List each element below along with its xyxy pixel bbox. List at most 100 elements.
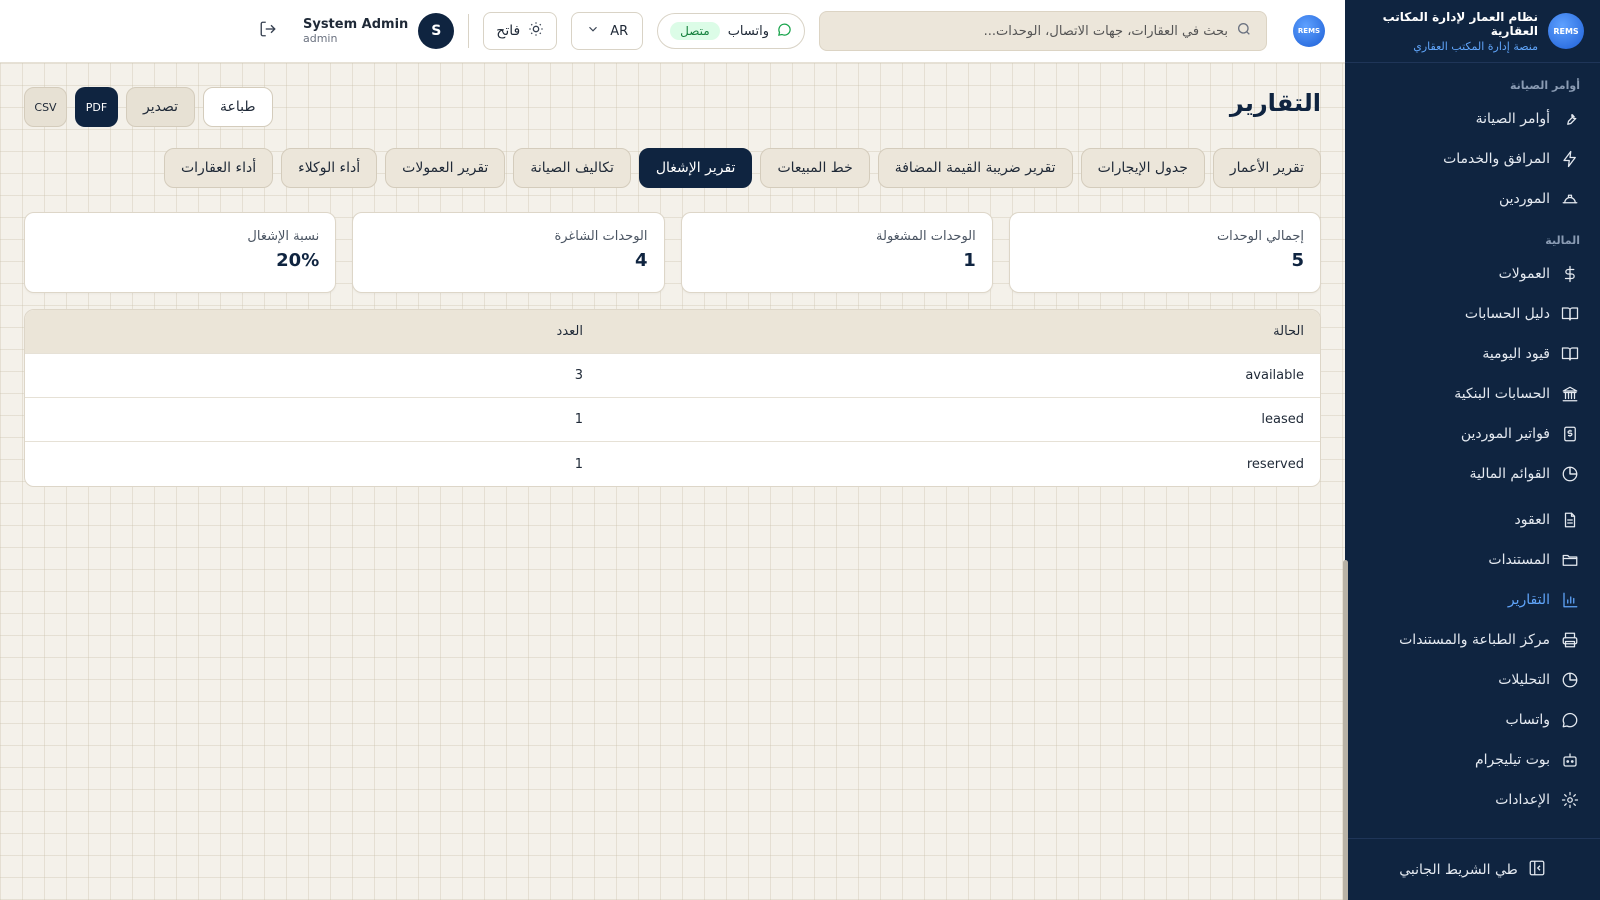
tab-property-performance[interactable]: أداء العقارات xyxy=(163,148,274,188)
wrench-icon xyxy=(1560,109,1580,129)
whatsapp-label: واتساب xyxy=(727,23,769,39)
printer-icon xyxy=(1560,630,1580,650)
language-value: AR xyxy=(610,23,629,39)
csv-button[interactable]: CSV xyxy=(24,87,67,127)
gear-icon xyxy=(1560,790,1580,810)
sidebar-item-telegram-bot[interactable]: بوت تيليجرام xyxy=(1345,741,1600,779)
sidebar-item-label: الإعدادات xyxy=(1495,792,1550,808)
whatsapp-status-pill[interactable]: واتساب متصل xyxy=(657,13,805,49)
tab-occupancy-report[interactable]: تقرير الإشغال xyxy=(638,148,753,188)
table-row: available 3 xyxy=(25,354,1320,398)
stat-card-occupancy-rate: نسبة الإشغال 20% xyxy=(24,212,337,293)
status-badge: متصل xyxy=(670,22,720,40)
chevron-down-icon xyxy=(586,22,600,40)
folder-icon xyxy=(1560,550,1580,570)
column-header-count[interactable]: العدد xyxy=(25,324,583,339)
brand-logo: REMS xyxy=(1548,13,1584,49)
export-button[interactable]: تصدير xyxy=(126,87,196,127)
whatsapp-icon xyxy=(777,22,792,41)
language-select[interactable]: AR xyxy=(571,12,644,50)
sidebar-item-label: المرافق والخدمات xyxy=(1443,151,1550,167)
tab-commissions-report[interactable]: تقرير العمولات xyxy=(385,148,506,188)
sidebar-item-label: العمولات xyxy=(1498,266,1550,282)
stat-value: 20% xyxy=(276,250,320,271)
search-bar[interactable] xyxy=(819,11,1267,51)
sidebar-item-vendor-invoices[interactable]: فواتير الموردين xyxy=(1345,415,1600,453)
sidebar-item-label: واتساب xyxy=(1505,712,1550,728)
sidebar-item-label: أوامر الصيانة xyxy=(1475,111,1550,127)
sidebar-item-chart-of-accounts[interactable]: دليل الحسابات xyxy=(1345,295,1600,333)
user-menu[interactable]: S System Admin admin xyxy=(302,13,455,49)
book-open-icon xyxy=(1560,344,1580,364)
book-icon xyxy=(1560,304,1580,324)
sidebar-item-label: دليل الحسابات xyxy=(1464,306,1550,322)
sidebar-item-settings[interactable]: الإعدادات xyxy=(1345,781,1600,819)
analytics-icon xyxy=(1560,670,1580,690)
stat-label: نسبة الإشغال xyxy=(247,229,320,244)
sidebar-item-financial-statements[interactable]: القوائم المالية xyxy=(1345,455,1600,493)
report-tabs: تقرير الأعمار جدول الإيجارات تقرير ضريبة… xyxy=(163,148,1321,188)
sidebar-item-bank-accounts[interactable]: الحسابات البنكية xyxy=(1345,375,1600,413)
sidebar-item-label: الموردين xyxy=(1498,191,1550,207)
tab-sales-pipeline[interactable]: خط المبيعات xyxy=(760,148,870,188)
table-cell-count: 1 xyxy=(574,456,583,472)
pie-chart-icon xyxy=(1560,464,1580,484)
print-button[interactable]: طباعة xyxy=(203,87,273,127)
stat-card-vacant-units: الوحدات الشاغرة 4 xyxy=(352,212,665,293)
tab-agent-performance[interactable]: أداء الوكلاء xyxy=(281,148,378,188)
table-cell-status: leased xyxy=(1261,412,1304,427)
sidebar-item-utilities[interactable]: المرافق والخدمات xyxy=(1345,140,1600,178)
logout-icon xyxy=(259,21,277,42)
search-input[interactable] xyxy=(834,23,1228,39)
sun-icon xyxy=(528,21,544,41)
main-content: التقارير طباعة تصدير PDF CSV تقرير الأعم… xyxy=(0,63,1348,900)
divider xyxy=(468,14,470,48)
tab-rent-roll[interactable]: جدول الإيجارات xyxy=(1080,148,1205,188)
hard-hat-icon xyxy=(1560,189,1580,209)
sidebar-item-maintenance-orders[interactable]: أوامر الصيانة xyxy=(1345,100,1600,138)
stat-card-total-units: إجمالي الوحدات 5 xyxy=(1008,212,1321,293)
bank-icon xyxy=(1560,384,1580,404)
brand[interactable]: REMS نظام العمار لإدارة المكاتب العقارية… xyxy=(1345,0,1600,63)
table-cell-count: 3 xyxy=(574,368,583,383)
tab-vat-report[interactable]: تقرير ضريبة القيمة المضافة xyxy=(877,148,1073,188)
table-row: leased 1 xyxy=(25,398,1320,442)
tab-aging-report[interactable]: تقرير الأعمار xyxy=(1212,148,1321,188)
stat-card-occupied-units: الوحدات المشغولة 1 xyxy=(680,212,993,293)
sidebar-item-whatsapp[interactable]: واتساب xyxy=(1345,701,1600,739)
nav-section-maintenance: أوامر الصيانة xyxy=(1509,79,1580,92)
sidebar-item-label: المستندات xyxy=(1488,552,1550,568)
nav-section-finance: المالية xyxy=(1545,234,1580,247)
stats-row: إجمالي الوحدات 5 الوحدات المشغولة 1 الوح… xyxy=(24,212,1321,293)
top-header: REMS واتساب متصل AR فاتح S System Admin … xyxy=(0,0,1345,63)
table-row: reserved 1 xyxy=(25,442,1320,486)
sidebar-item-documents[interactable]: المستندات xyxy=(1345,541,1600,579)
sidebar-item-label: مركز الطباعة والمستندات xyxy=(1399,632,1550,648)
sidebar-item-print-center[interactable]: مركز الطباعة والمستندات xyxy=(1345,621,1600,659)
chat-icon xyxy=(1560,710,1580,730)
sidebar-item-commissions[interactable]: العمولات xyxy=(1345,255,1600,293)
lightning-icon xyxy=(1560,149,1580,169)
sidebar-item-contracts[interactable]: العقود xyxy=(1345,501,1600,539)
stat-label: الوحدات الشاغرة xyxy=(554,229,648,244)
tab-maintenance-costs[interactable]: تكاليف الصيانة xyxy=(513,148,631,188)
sidebar-item-journal[interactable]: قيود اليومية xyxy=(1345,335,1600,373)
header-logo[interactable]: REMS xyxy=(1293,15,1325,47)
table-header-row: الحالة العدد xyxy=(25,310,1320,354)
scrollbar[interactable] xyxy=(1343,560,1348,900)
sidebar-item-analytics[interactable]: التحليلات xyxy=(1345,661,1600,699)
column-header-status[interactable]: الحالة xyxy=(583,324,1320,339)
stat-label: الوحدات المشغولة xyxy=(876,229,976,244)
logout-button[interactable] xyxy=(259,20,277,42)
pdf-button[interactable]: PDF xyxy=(75,87,118,127)
user-name: System Admin xyxy=(302,17,409,32)
theme-toggle[interactable]: فاتح xyxy=(483,12,558,50)
collapse-icon xyxy=(1528,859,1546,881)
collapse-sidebar-button[interactable]: طي الشريط الجانبي xyxy=(1345,838,1600,900)
bot-icon xyxy=(1560,750,1580,770)
table-cell-status: reserved xyxy=(1246,456,1304,472)
sidebar-item-label: قيود اليومية xyxy=(1482,346,1550,362)
sidebar-item-reports[interactable]: التقارير xyxy=(1345,581,1600,619)
theme-label: فاتح xyxy=(496,23,521,39)
sidebar-item-vendors[interactable]: الموردين xyxy=(1345,180,1600,218)
